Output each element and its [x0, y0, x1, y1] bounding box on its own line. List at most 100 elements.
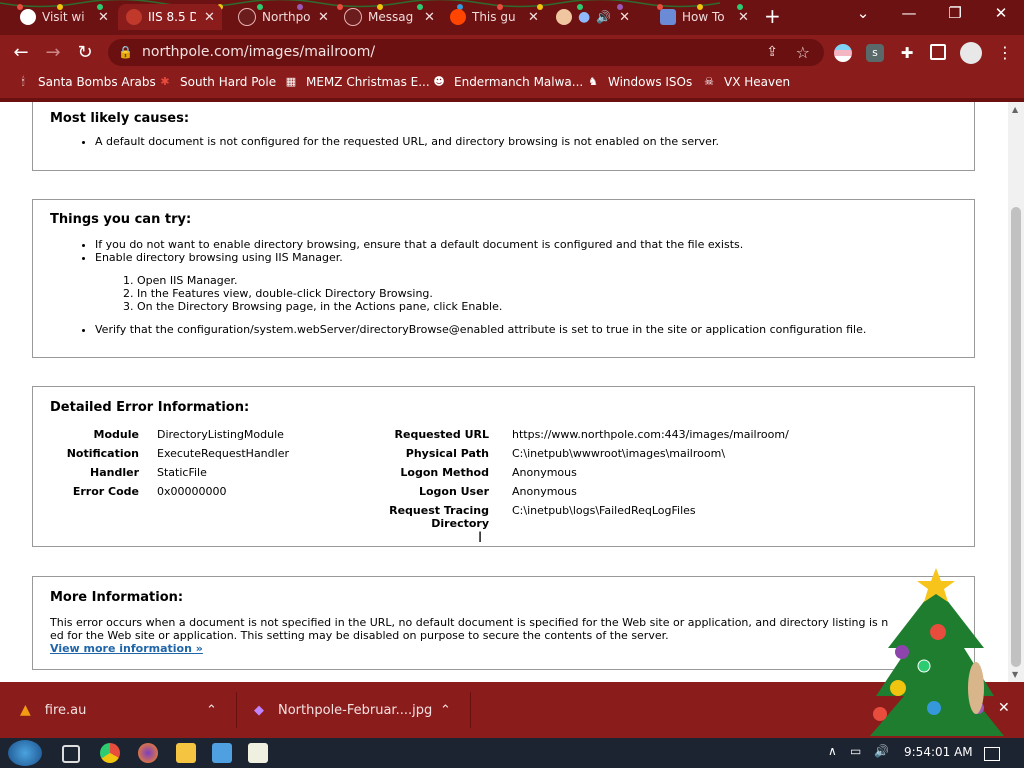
page-viewport: Most likely causes: A default document i… — [0, 102, 1008, 682]
bookmark-windows-isos[interactable]: ♞ Windows ISOs — [586, 75, 692, 89]
list-item: Verify that the configuration/system.web… — [95, 323, 866, 336]
reddit-icon — [450, 9, 466, 25]
page-icon — [238, 8, 256, 26]
scroll-down-icon[interactable]: ▼ — [1012, 670, 1018, 679]
image-file-icon: ◆ — [254, 702, 264, 718]
tab-visit[interactable]: Visit wi ✕ — [12, 4, 112, 30]
tab-title: Northpo — [262, 10, 310, 24]
list-item: If you do not want to enable directory b… — [95, 238, 743, 251]
notepad-icon[interactable] — [248, 743, 268, 763]
extensions-puzzle-icon[interactable]: ✚ — [898, 44, 916, 62]
tab-iis-error[interactable]: IIS 8.5 D ✕ — [118, 4, 222, 30]
close-icon[interactable]: ✕ — [619, 10, 630, 25]
chevron-up-icon[interactable]: ⌃ — [440, 703, 451, 718]
scrollbar-thumb[interactable] — [1011, 207, 1021, 667]
try-list: If you do not want to enable directory b… — [75, 238, 743, 264]
menu-kebab-icon[interactable]: ⋮ — [996, 44, 1014, 62]
close-icon[interactable]: ✕ — [318, 10, 329, 25]
chevron-up-icon[interactable]: ⌃ — [206, 703, 217, 718]
download-item[interactable]: ◆ Northpole-Februar....jpg ⌃ — [254, 682, 466, 738]
tab-how-to[interactable]: How To ✕ — [652, 4, 752, 30]
downloads-bar: ▲ fire.au ⌃ ◆ Northpole-Februar....jpg ⌃… — [0, 682, 1024, 738]
bookmark-santa-bombs[interactable]: 🕯 Santa Bombs Arabs — [16, 75, 156, 89]
back-button[interactable]: ← — [8, 40, 34, 66]
close-icon[interactable]: ✕ — [204, 10, 215, 25]
bookmark-south-hard-pole[interactable]: ✱ South Hard Pole — [158, 75, 276, 89]
minimize-button[interactable]: — — [894, 4, 924, 22]
download-filename: Northpole-Februar....jpg — [278, 702, 433, 718]
bookmark-vx-heaven[interactable]: ☠ VX Heaven — [702, 75, 790, 89]
page-icon — [344, 8, 362, 26]
close-icon[interactable]: ✕ — [424, 10, 435, 25]
windows-taskbar: ∧ ▭ 🔊 9:54:01 AM — [0, 738, 1024, 768]
bookmark-label: South Hard Pole — [180, 75, 277, 89]
tray-chevron-icon[interactable]: ∧ — [828, 744, 837, 758]
tab-audio[interactable]: ● 🔊 ✕ — [548, 4, 646, 30]
steps-list: 1. Open IIS Manager. 2. In the Features … — [123, 274, 502, 313]
close-downloads-button[interactable]: ✕ — [998, 700, 1010, 716]
bookmark-endermanch[interactable]: ☻ Endermanch Malwa... — [432, 75, 583, 89]
vertical-scrollbar[interactable]: ▲ ▼ — [1008, 102, 1024, 682]
bookmark-label: Endermanch Malwa... — [454, 75, 584, 89]
causes-box: Most likely causes: A default document i… — [32, 102, 975, 171]
network-icon[interactable]: ▭ — [850, 744, 861, 758]
detail-title: Detailed Error Information: — [50, 400, 250, 415]
physical-path-value: C:\inetpub\wwwroot\images\mailroom\ — [512, 447, 726, 460]
reload-button[interactable]: ↻ — [72, 40, 98, 66]
window-icon[interactable] — [212, 743, 232, 763]
task-view-icon[interactable] — [62, 745, 80, 763]
speaker-icon[interactable]: 🔊 — [596, 10, 611, 24]
more-info-text: This error occurs when a document is not… — [50, 616, 940, 655]
address-bar[interactable]: 🔒 northpole.com/images/mailroom/ ⇪ ☆ — [108, 39, 824, 66]
extension-s-icon[interactable]: s — [866, 44, 884, 62]
close-icon[interactable]: ✕ — [98, 10, 109, 25]
module-label: Module — [93, 428, 139, 441]
tab-title: This gu — [472, 10, 516, 24]
close-window-button[interactable]: ✕ — [986, 4, 1016, 22]
share-icon[interactable]: ⇪ — [766, 39, 778, 66]
firefox-icon[interactable] — [138, 743, 158, 763]
address-url: northpole.com/images/mailroom/ — [142, 44, 376, 60]
logon-method-label: Logon Method — [400, 466, 489, 479]
try-list-last: Verify that the configuration/system.web… — [75, 323, 866, 336]
side-panel-icon[interactable] — [930, 44, 946, 60]
start-button[interactable] — [8, 740, 42, 766]
forward-button[interactable]: → — [40, 40, 66, 66]
face-icon: ☻ — [433, 75, 445, 88]
page-icon — [126, 9, 142, 25]
file-explorer-icon[interactable] — [176, 743, 196, 763]
view-more-link[interactable]: View more information » — [50, 642, 940, 655]
extension-flag-icon[interactable] — [834, 44, 852, 62]
notifications-icon[interactable] — [984, 747, 1000, 761]
bookmarks-bar: 🕯 Santa Bombs Arabs ✱ South Hard Pole ▦ … — [0, 70, 1024, 102]
causes-list: A default document is not configured for… — [75, 135, 719, 148]
new-tab-button[interactable]: + — [764, 4, 781, 28]
list-item: Enable directory browsing using IIS Mana… — [95, 251, 743, 264]
bookmark-star-icon[interactable]: ☆ — [796, 39, 810, 66]
clock[interactable]: 9:54:01 AM — [904, 745, 973, 759]
lock-icon[interactable]: 🔒 — [118, 39, 133, 66]
tab-search-button[interactable]: ⌄ — [848, 4, 878, 22]
close-icon[interactable]: ✕ — [738, 10, 749, 25]
volume-icon[interactable]: 🔊 — [874, 744, 889, 758]
tab-reddit[interactable]: This gu ✕ — [442, 4, 542, 30]
bookmark-memz[interactable]: ▦ MEMZ Christmas E... — [284, 75, 430, 89]
step-item: 3. On the Directory Browsing page, in th… — [123, 300, 503, 313]
snowflake-icon: ✱ — [160, 75, 170, 88]
bookmark-label: Santa Bombs Arabs — [38, 75, 156, 89]
request-tracing-label: Request Tracing — [389, 504, 489, 517]
close-icon[interactable]: ✕ — [528, 10, 539, 25]
error-code-value: 0x00000000 — [157, 485, 227, 498]
chrome-icon[interactable] — [100, 743, 120, 763]
restore-button[interactable]: ❐ — [940, 4, 970, 22]
tab-northpole[interactable]: Northpo ✕ — [230, 4, 330, 30]
tab-title: Messag — [368, 10, 414, 24]
bookmark-label: VX Heaven — [724, 75, 791, 89]
detail-box: Detailed Error Information: Module Direc… — [32, 386, 975, 547]
profile-avatar[interactable] — [960, 42, 982, 64]
request-tracing-value: C:\inetpub\logs\FailedReqLogFiles — [512, 504, 696, 517]
tab-messages[interactable]: Messag ✕ — [336, 4, 436, 30]
page-icon — [660, 9, 676, 25]
download-item[interactable]: ▲ fire.au ⌃ — [20, 682, 230, 738]
scroll-up-icon[interactable]: ▲ — [1012, 105, 1018, 114]
